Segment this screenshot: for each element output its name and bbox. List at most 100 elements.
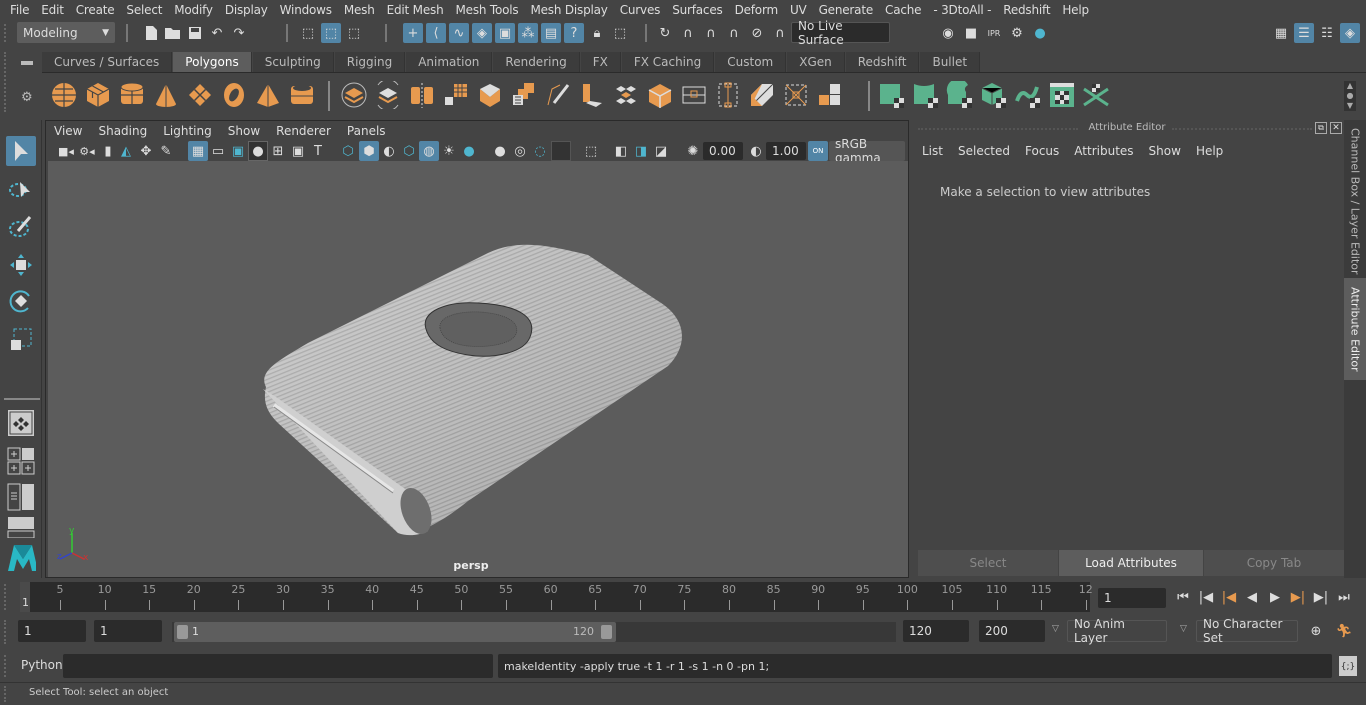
range-min-handle[interactable] xyxy=(177,625,188,639)
anim-layer-dropdown[interactable]: No Anim Layer xyxy=(1067,617,1167,645)
wireframe-icon[interactable]: ⬡ xyxy=(338,141,358,161)
poly-pyramid-icon[interactable] xyxy=(254,81,282,109)
multi-cut-icon[interactable] xyxy=(544,81,572,109)
xray-icon[interactable]: ◧ xyxy=(611,141,631,161)
quad-draw-icon[interactable] xyxy=(816,81,844,109)
menu-cache[interactable]: Cache xyxy=(879,3,927,17)
menu-create[interactable]: Create xyxy=(70,3,121,17)
attribute-editor-toggle-icon[interactable]: ☰ xyxy=(1294,23,1314,43)
tab-rigging[interactable]: Rigging xyxy=(334,52,406,72)
live-surface-icon[interactable]: ∩ xyxy=(770,23,790,43)
tab-attribute-editor[interactable]: Attribute Editor xyxy=(1344,278,1366,380)
depth-of-field-icon[interactable] xyxy=(551,141,571,161)
resolution-gate-icon[interactable]: ▣ xyxy=(228,141,248,161)
cylindrical-uv-icon[interactable] xyxy=(912,81,940,109)
camera-attributes-icon[interactable]: ⚙◂ xyxy=(77,141,97,161)
float-panel-icon[interactable]: ⧉ xyxy=(1315,122,1327,134)
poly-cone-icon[interactable] xyxy=(152,81,180,109)
snap-view-plane-icon[interactable]: ◈ xyxy=(472,23,492,43)
soft-select-icon[interactable]: ∩ xyxy=(724,23,744,43)
script-editor-icon[interactable]: {;} xyxy=(1339,656,1357,676)
ae-menu-selected[interactable]: Selected xyxy=(958,144,1010,158)
shadows-icon[interactable]: ● xyxy=(459,141,479,161)
bookmark-icon[interactable]: ▮ xyxy=(98,141,118,161)
tab-sculpting[interactable]: Sculpting xyxy=(252,52,334,72)
go-to-start-icon[interactable]: ⏮ xyxy=(1173,587,1193,607)
animation-start-field[interactable]: 1 xyxy=(18,620,86,642)
separate-icon[interactable] xyxy=(374,81,402,109)
playback-start-field[interactable]: 1 xyxy=(94,620,162,642)
safe-action-icon[interactable]: ▣ xyxy=(288,141,308,161)
tab-xgen[interactable]: XGen xyxy=(787,52,845,72)
vp-menu-renderer[interactable]: Renderer xyxy=(268,124,339,138)
next-key-icon[interactable]: ▶| xyxy=(1288,587,1308,607)
tab-bullet[interactable]: Bullet xyxy=(920,52,981,72)
smooth-icon[interactable] xyxy=(442,81,470,109)
reflect-icon[interactable]: ⊘ xyxy=(747,23,767,43)
menu-curves[interactable]: Curves xyxy=(614,3,666,17)
animation-preferences-icon[interactable]: 🏃︎ xyxy=(1334,621,1354,641)
menu-uv[interactable]: UV xyxy=(784,3,813,17)
menu-deform[interactable]: Deform xyxy=(729,3,784,17)
anim-layer-chevron-icon[interactable]: ▽ xyxy=(1052,624,1059,634)
image-plane-icon[interactable]: ◭ xyxy=(116,141,136,161)
ae-menu-focus[interactable]: Focus xyxy=(1025,144,1059,158)
vp-menu-lighting[interactable]: Lighting xyxy=(155,124,220,138)
wireframe-on-shaded-icon[interactable]: ⬡ xyxy=(399,141,419,161)
layout-uv-icon[interactable] xyxy=(1082,81,1110,109)
menu-display[interactable]: Display xyxy=(219,3,274,17)
screen-space-ao-icon[interactable]: ● xyxy=(490,141,510,161)
3d-viewport[interactable]: y x z persp xyxy=(48,161,908,577)
select-tool-icon[interactable] xyxy=(6,136,36,166)
poly-plane-icon[interactable] xyxy=(186,81,214,109)
current-frame-field[interactable]: 1 xyxy=(1098,588,1166,608)
new-scene-icon[interactable] xyxy=(141,23,161,43)
grease-pencil-icon[interactable]: ✎ xyxy=(156,141,176,161)
tab-rendering[interactable]: Rendering xyxy=(493,52,580,72)
select-object-icon[interactable]: ⬚ xyxy=(321,23,341,43)
menu-help[interactable]: Help xyxy=(1056,3,1095,17)
playback-end-field[interactable]: 120 xyxy=(903,620,969,642)
edge-loop-icon[interactable] xyxy=(680,81,708,109)
gamma-icon[interactable]: ◐ xyxy=(746,141,766,161)
scale-tool-icon[interactable] xyxy=(6,324,36,354)
field-chart-icon[interactable]: ⊞ xyxy=(268,141,288,161)
mirror-icon[interactable] xyxy=(408,81,436,109)
menu-generate[interactable]: Generate xyxy=(813,3,879,17)
menu-modify[interactable]: Modify xyxy=(168,3,219,17)
poly-torus-icon[interactable] xyxy=(220,81,248,109)
unfold-uv-icon[interactable] xyxy=(1014,81,1042,109)
drag-handle[interactable] xyxy=(4,584,8,610)
shelf-tabs-menu-icon[interactable] xyxy=(21,61,33,65)
ae-menu-show[interactable]: Show xyxy=(1149,144,1181,158)
multisample-aa-icon[interactable]: ◌ xyxy=(530,141,550,161)
menu-surfaces[interactable]: Surfaces xyxy=(666,3,728,17)
snap-point-icon[interactable]: ∿ xyxy=(449,23,469,43)
make-live-icon[interactable]: ↻ xyxy=(655,23,675,43)
drag-handle[interactable] xyxy=(4,24,8,42)
symmetry-icon[interactable]: ∩ xyxy=(701,23,721,43)
script-language-toggle[interactable]: Python xyxy=(21,658,63,672)
extrude-icon[interactable] xyxy=(510,81,538,109)
rotate-tool-icon[interactable] xyxy=(6,286,36,316)
menu-select[interactable]: Select xyxy=(120,3,168,17)
drag-handle[interactable] xyxy=(4,655,8,677)
camera-icon[interactable]: ■◂ xyxy=(56,141,76,161)
poly-cylinder-icon[interactable] xyxy=(118,81,146,109)
insert-loop-icon[interactable] xyxy=(714,81,742,109)
select-tool-options-icon[interactable]: ⬚ xyxy=(610,23,630,43)
undo-icon[interactable]: ↶ xyxy=(207,23,227,43)
planar-uv-icon[interactable] xyxy=(878,81,906,109)
ae-menu-attributes[interactable]: Attributes xyxy=(1074,144,1133,158)
command-input[interactable] xyxy=(63,654,493,678)
hypershade-icon[interactable]: ● xyxy=(1030,23,1050,43)
snap-vertex-icon[interactable]: ⁂ xyxy=(518,23,538,43)
menu-edit-mesh[interactable]: Edit Mesh xyxy=(381,3,450,17)
render-options-icon[interactable]: ⚙ xyxy=(1007,23,1027,43)
menu-mesh-display[interactable]: Mesh Display xyxy=(524,3,613,17)
exposure-field[interactable]: 0.00 xyxy=(703,142,743,160)
bevel-icon[interactable] xyxy=(476,81,504,109)
ipr-render-icon[interactable]: IPR xyxy=(984,23,1004,43)
motion-blur-icon[interactable]: ◎ xyxy=(510,141,530,161)
paint-select-tool-icon[interactable] xyxy=(6,212,36,242)
